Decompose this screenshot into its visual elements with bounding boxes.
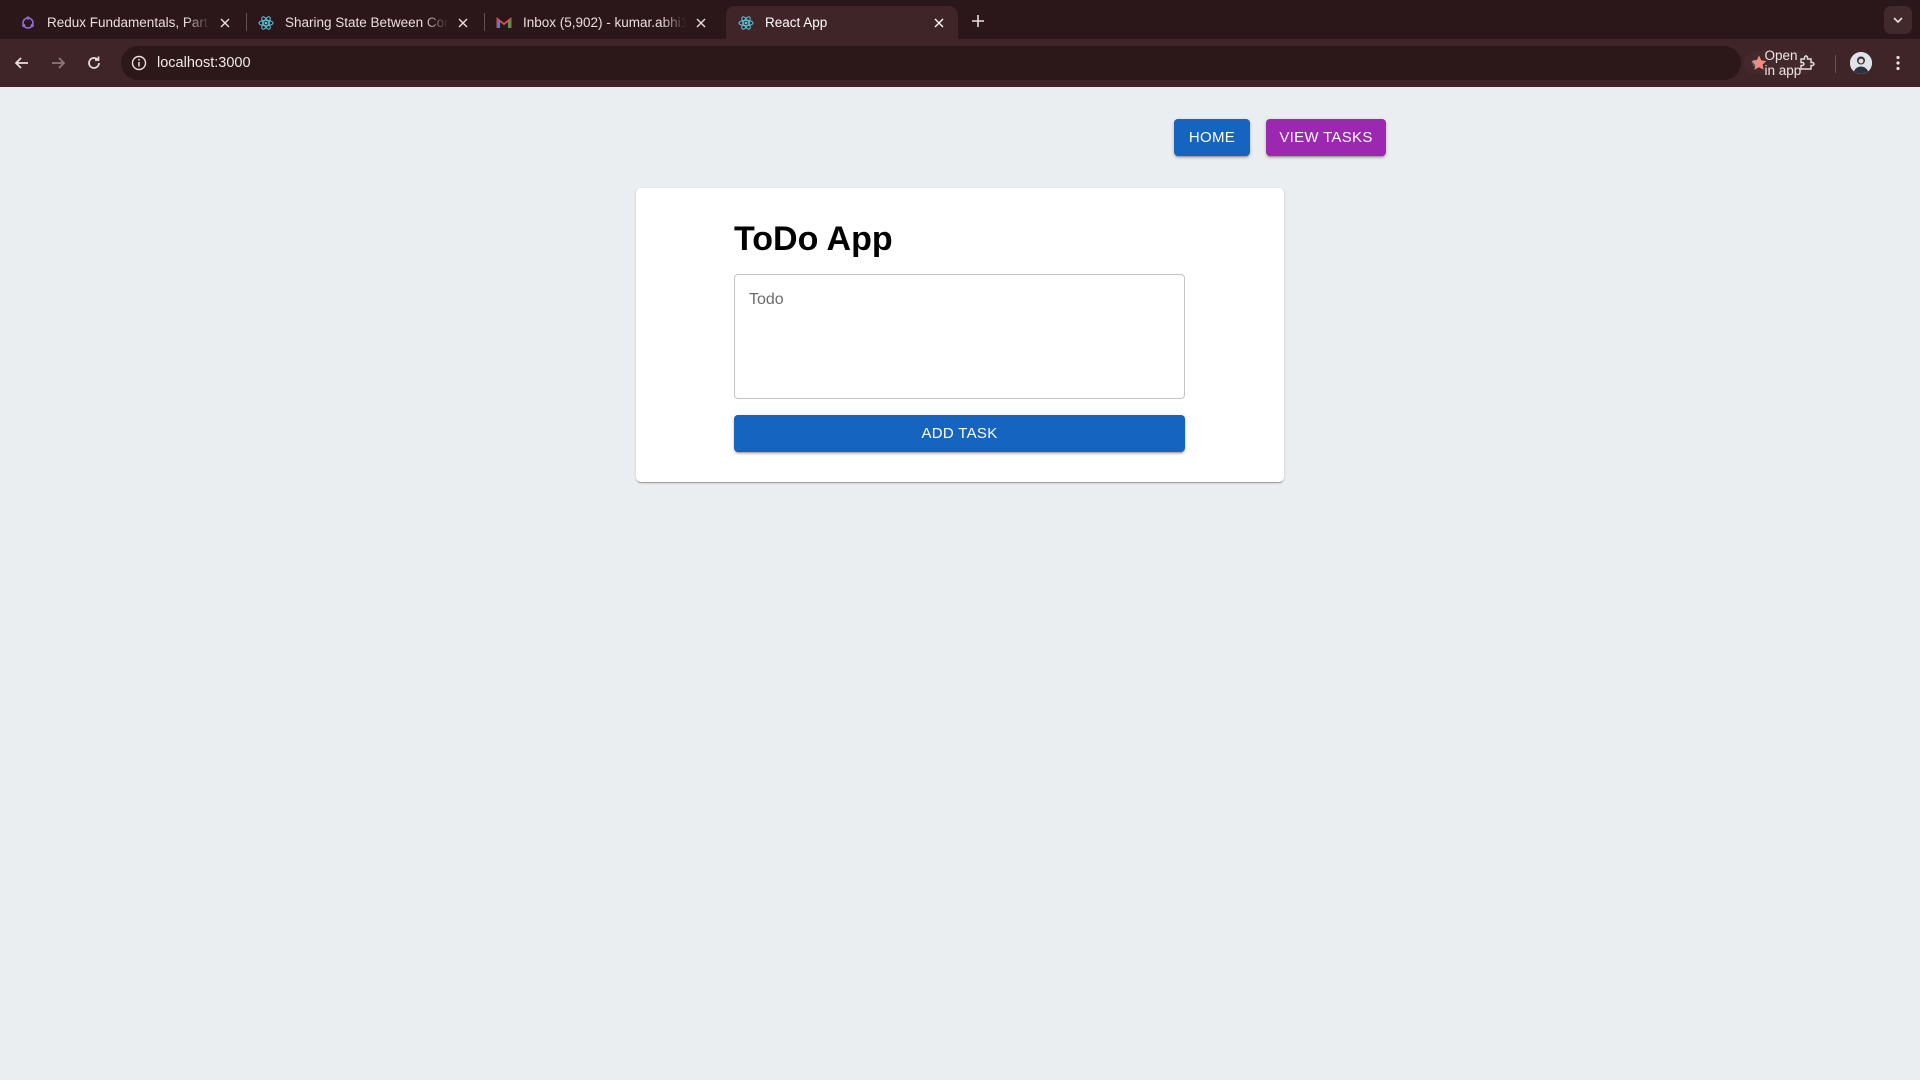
- react-icon: [258, 15, 274, 31]
- site-info-icon[interactable]: [129, 53, 149, 73]
- close-icon[interactable]: [930, 14, 948, 32]
- chevron-down-icon: [1893, 17, 1903, 24]
- bookmark-star-icon[interactable]: [1745, 49, 1773, 77]
- browser-toolbar: localhost:3000 Open in app: [0, 39, 1920, 87]
- browser-tab[interactable]: Inbox (5,902) - kumar.abhi11: [484, 6, 720, 39]
- extensions-icon[interactable]: [1793, 49, 1821, 77]
- address-bar[interactable]: localhost:3000 Open in app: [121, 46, 1815, 80]
- gmail-icon: [496, 15, 512, 31]
- close-icon[interactable]: [454, 14, 472, 32]
- tab-title: Inbox (5,902) - kumar.abhi11: [523, 15, 686, 30]
- page-viewport: HOME VIEW TASKS ToDo App ADD TASK: [0, 87, 1920, 1080]
- view-tasks-button[interactable]: VIEW TASKS: [1266, 119, 1386, 156]
- browser-tab[interactable]: Sharing State Between Components: [246, 6, 482, 39]
- page-title: ToDo App: [734, 220, 893, 258]
- tab-title: Sharing State Between Components: [285, 15, 448, 30]
- profile-avatar[interactable]: [1850, 52, 1872, 74]
- close-icon[interactable]: [216, 14, 234, 32]
- arrow-right-icon: [52, 57, 66, 69]
- todo-input[interactable]: [734, 274, 1185, 399]
- toolbar-divider: [1835, 55, 1836, 73]
- kebab-menu-icon[interactable]: [1884, 49, 1912, 77]
- back-button[interactable]: [8, 49, 36, 77]
- browser-tab[interactable]: Redux Fundamentals, Part 1: Redux Overvi…: [8, 6, 244, 39]
- browser-tab-strip: Redux Fundamentals, Part 1: Redux Overvi…: [0, 0, 1920, 39]
- redux-icon: [20, 15, 36, 31]
- tab-title: Redux Fundamentals, Part 1: Redux Overvi…: [47, 15, 210, 30]
- reload-button[interactable]: [80, 49, 108, 77]
- react-icon: [738, 15, 754, 31]
- arrow-left-icon: [14, 57, 28, 69]
- browser-tab-active[interactable]: React App: [726, 6, 958, 39]
- tab-search-button[interactable]: [1884, 6, 1912, 34]
- todo-card: ToDo App ADD TASK: [636, 188, 1284, 482]
- new-tab-button[interactable]: [965, 8, 991, 34]
- forward-button[interactable]: [44, 49, 72, 77]
- reload-icon: [88, 56, 100, 69]
- add-task-button[interactable]: ADD TASK: [734, 415, 1185, 452]
- plus-icon: [972, 15, 984, 27]
- tab-title: React App: [765, 15, 828, 30]
- close-icon[interactable]: [692, 14, 710, 32]
- home-button[interactable]: HOME: [1174, 119, 1250, 156]
- url-text[interactable]: localhost:3000: [157, 55, 251, 71]
